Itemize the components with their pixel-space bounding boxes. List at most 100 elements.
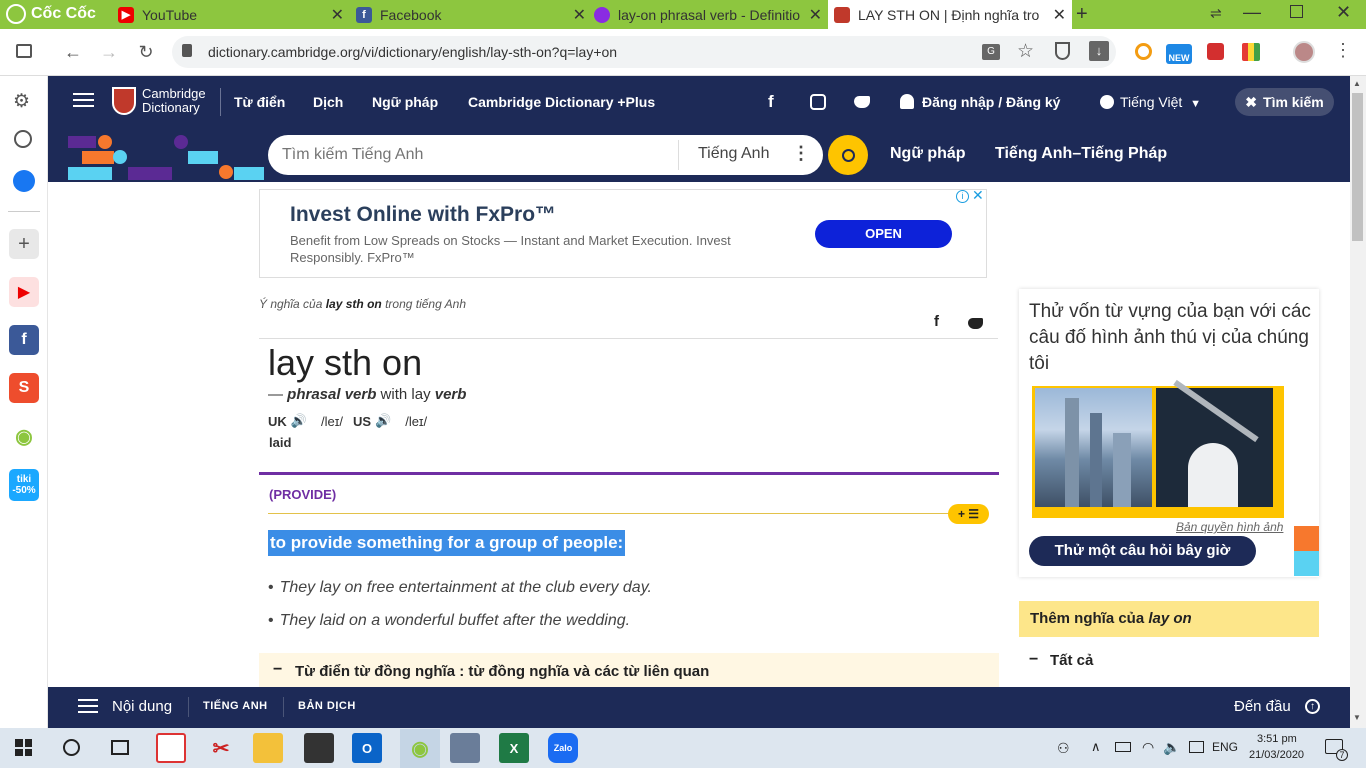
cambridge-logo[interactable]: Cambridge Dictionary bbox=[112, 87, 206, 115]
twitter-icon[interactable] bbox=[854, 96, 870, 108]
close-window-button[interactable]: ✕ bbox=[1336, 2, 1351, 23]
add-shortcut-icon[interactable]: + bbox=[9, 229, 39, 259]
back-button[interactable]: ← bbox=[60, 39, 86, 65]
new-tab-button[interactable]: + bbox=[1076, 3, 1088, 26]
uk-audio-icon[interactable]: 🔊 bbox=[291, 413, 307, 429]
user-icon[interactable] bbox=[900, 94, 914, 109]
contents-menu-icon[interactable] bbox=[78, 699, 98, 713]
search-input[interactable] bbox=[282, 141, 672, 169]
tray-expand-icon[interactable]: ∧ bbox=[1091, 739, 1101, 755]
app-pin-icon[interactable] bbox=[450, 733, 480, 763]
language-indicator[interactable]: ENG bbox=[1212, 740, 1238, 754]
ad-open-button[interactable]: OPEN bbox=[815, 220, 952, 248]
coccoc-shortcut-icon[interactable]: ◉ bbox=[9, 421, 39, 451]
menu-icon[interactable]: ⋮ bbox=[1334, 40, 1352, 61]
tab-lay-sth-on[interactable]: LAY STH ON | Định nghĩa tron ✕ bbox=[828, 0, 1072, 29]
download-icon[interactable]: ↓ bbox=[1089, 41, 1109, 61]
image-copyright-link[interactable]: Bản quyền hình ảnh bbox=[1176, 520, 1283, 534]
tiki-shortcut-icon[interactable]: tiki -50% bbox=[9, 469, 39, 501]
extension-new-icon[interactable]: NEW bbox=[1166, 44, 1192, 64]
extension-colors-icon[interactable] bbox=[1242, 43, 1260, 61]
app-snipping-icon[interactable]: ✂ bbox=[206, 733, 236, 763]
close-tab-icon[interactable]: ✕ bbox=[331, 5, 344, 25]
messenger-icon[interactable] bbox=[13, 170, 35, 192]
coccoc-logo[interactable]: Cốc Cốc bbox=[6, 4, 96, 24]
ad-close-icon[interactable]: ✕ bbox=[972, 187, 984, 204]
app-outlook-icon[interactable]: O bbox=[352, 733, 382, 763]
app-sticky-icon[interactable] bbox=[304, 733, 334, 763]
search-button[interactable] bbox=[828, 135, 868, 175]
tab-english[interactable]: TIẾNG ANH bbox=[203, 700, 268, 712]
keyboard-icon[interactable] bbox=[1189, 741, 1204, 753]
translate-icon[interactable]: G bbox=[982, 44, 1000, 60]
lock-icon[interactable] bbox=[182, 44, 192, 57]
quiz-image-skyline[interactable] bbox=[1035, 388, 1152, 507]
shopee-shortcut-icon[interactable]: S bbox=[9, 373, 39, 403]
forward-button[interactable]: → bbox=[96, 39, 122, 65]
scroll-down-arrow[interactable]: ▼ bbox=[1353, 713, 1361, 722]
youtube-shortcut-icon[interactable]: ▶ bbox=[9, 277, 39, 307]
close-tab-icon[interactable]: ✕ bbox=[573, 5, 586, 25]
add-to-list-button[interactable]: + ☰ bbox=[948, 504, 989, 524]
subnav-en-fr[interactable]: Tiếng Anh–Tiếng Pháp bbox=[995, 145, 1167, 163]
wifi-icon[interactable]: ◠ bbox=[1142, 739, 1154, 756]
thesaurus-link[interactable]: Từ điển từ đồng nghĩa : từ đồng nghĩa và… bbox=[295, 663, 709, 680]
globe-icon[interactable] bbox=[1100, 95, 1114, 109]
app-coccoc-icon[interactable]: ◉ bbox=[400, 729, 440, 768]
task-view-icon[interactable] bbox=[111, 740, 129, 755]
back-to-top-link[interactable]: Đến đầu bbox=[1234, 698, 1291, 715]
nav-plus[interactable]: Cambridge Dictionary +Plus bbox=[468, 94, 655, 110]
clock-date[interactable]: 21/03/2020 bbox=[1249, 749, 1304, 761]
tab-lay-on-definition[interactable]: lay-on phrasal verb - Definitio ✕ bbox=[592, 0, 828, 29]
close-tab-icon[interactable]: ✕ bbox=[809, 5, 822, 25]
tab-facebook[interactable]: f Facebook ✕ bbox=[350, 0, 592, 29]
history-icon[interactable] bbox=[14, 130, 32, 148]
windows-start-icon[interactable] bbox=[15, 739, 32, 756]
try-quiz-button[interactable]: Thử một câu hỏi bây giờ bbox=[1029, 536, 1256, 566]
more-options-icon[interactable]: ⋮ bbox=[792, 143, 810, 164]
settings-icon[interactable]: ⚙ bbox=[13, 90, 30, 113]
app-excel-icon[interactable]: X bbox=[499, 733, 529, 763]
language-select[interactable]: Tiếng Việt ▼ bbox=[1120, 94, 1201, 110]
sidebar-toggle-icon[interactable] bbox=[16, 44, 32, 58]
search-circle-icon[interactable] bbox=[63, 739, 80, 756]
battery-icon[interactable] bbox=[1115, 742, 1131, 752]
subnav-grammar[interactable]: Ngữ pháp bbox=[890, 145, 966, 163]
adchoices-icon[interactable]: i bbox=[956, 190, 969, 203]
app-explorer-icon[interactable] bbox=[253, 733, 283, 763]
url-text[interactable]: dictionary.cambridge.org/vi/dictionary/e… bbox=[208, 44, 617, 60]
contents-link[interactable]: Nội dung bbox=[112, 698, 172, 715]
reload-button[interactable]: ↻ bbox=[133, 39, 159, 65]
app-zalo-icon[interactable]: Zalo bbox=[548, 733, 578, 763]
quiz-image-windmill[interactable] bbox=[1156, 379, 1273, 507]
profile-avatar[interactable] bbox=[1293, 41, 1315, 63]
bookmark-star-icon[interactable]: ☆ bbox=[1017, 40, 1034, 63]
people-icon[interactable]: ⚇ bbox=[1057, 740, 1070, 757]
dictionary-select[interactable]: Tiếng Anh bbox=[698, 145, 769, 163]
scrollbar-thumb[interactable] bbox=[1352, 93, 1363, 241]
maximize-button[interactable] bbox=[1290, 5, 1303, 18]
app-paint-icon[interactable] bbox=[156, 733, 186, 763]
extension-alert-icon[interactable] bbox=[1135, 43, 1152, 60]
share-twitter-icon[interactable] bbox=[968, 318, 983, 329]
nav-dictionary[interactable]: Từ điển bbox=[234, 94, 285, 110]
minimize-button[interactable]: — bbox=[1243, 2, 1261, 23]
shield-icon[interactable] bbox=[1055, 42, 1070, 60]
collapse-all-icon[interactable]: − bbox=[1029, 651, 1038, 669]
close-tab-icon[interactable]: ✕ bbox=[1053, 5, 1066, 25]
instagram-icon[interactable] bbox=[810, 94, 826, 110]
facebook-social-icon[interactable]: f bbox=[768, 92, 774, 112]
tab-list-icon[interactable]: ⇌ bbox=[1210, 5, 1222, 22]
arrow-up-circle-icon[interactable]: ↑ bbox=[1305, 699, 1320, 714]
us-audio-icon[interactable]: 🔊 bbox=[375, 413, 391, 429]
login-link[interactable]: Đăng nhập / Đăng ký bbox=[922, 94, 1060, 110]
clock-time[interactable]: 3:51 pm bbox=[1257, 733, 1297, 745]
facebook-shortcut-icon[interactable]: f bbox=[9, 325, 39, 355]
all-meanings-link[interactable]: Tất cả bbox=[1050, 652, 1093, 669]
hamburger-menu-icon[interactable] bbox=[73, 93, 94, 107]
share-facebook-icon[interactable]: f bbox=[934, 313, 939, 330]
tab-youtube[interactable]: ▶ YouTube ✕ bbox=[108, 0, 350, 29]
nav-translate[interactable]: Dịch bbox=[313, 94, 343, 110]
search-toggle-button[interactable]: ✖ Tìm kiếm bbox=[1235, 88, 1334, 116]
tab-translations[interactable]: BẢN DỊCH bbox=[298, 700, 356, 712]
